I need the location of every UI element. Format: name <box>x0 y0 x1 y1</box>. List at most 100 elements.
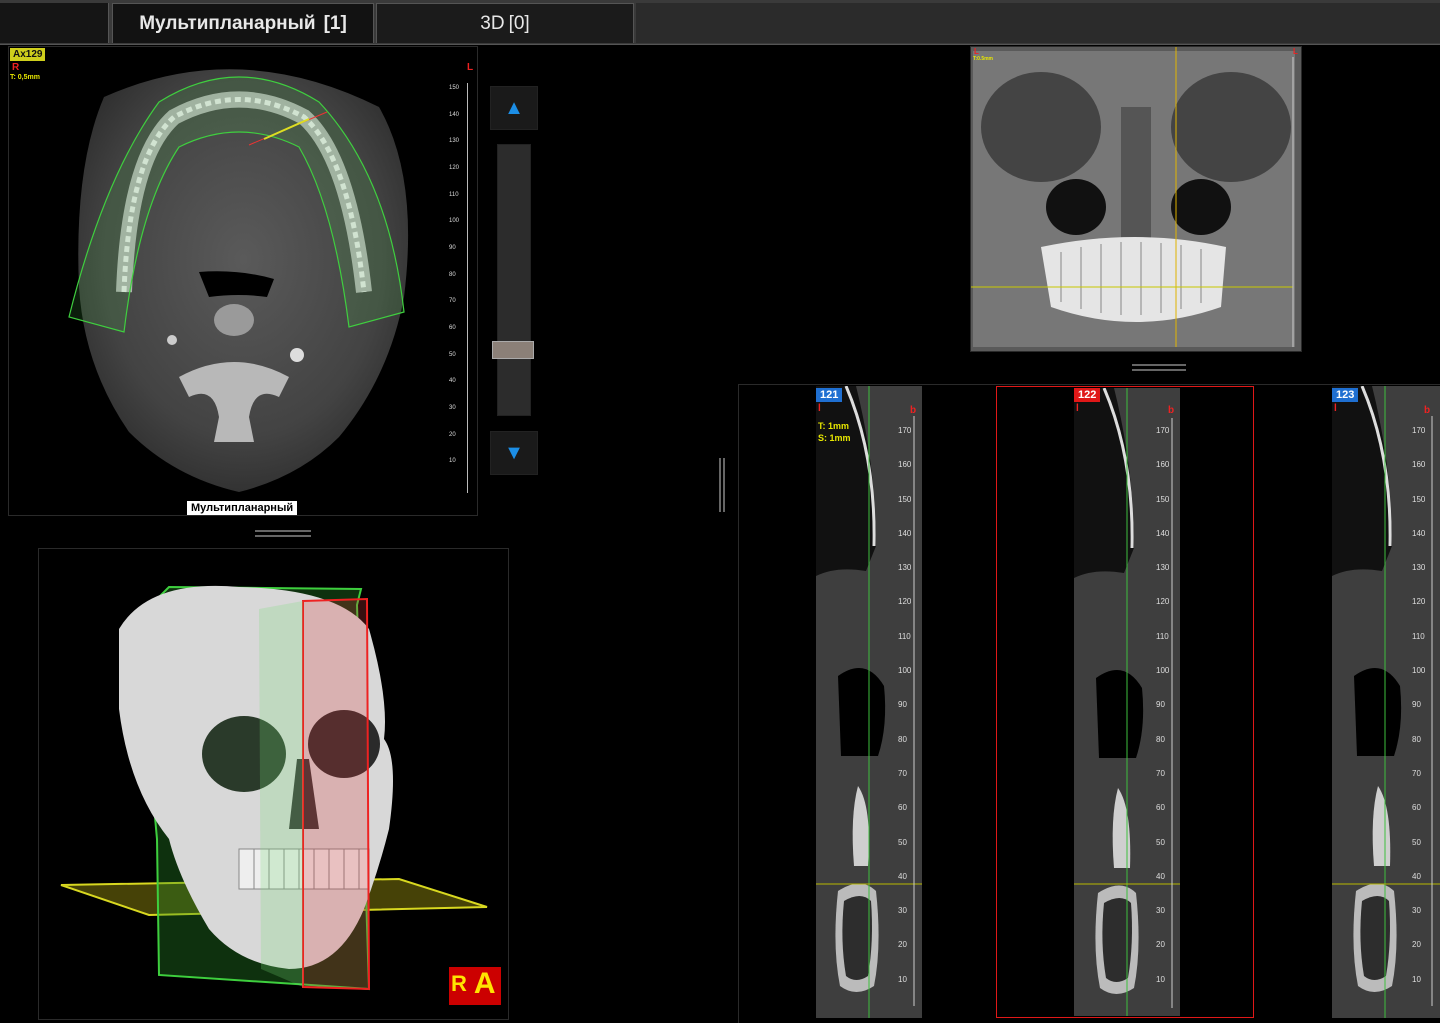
volume-3d-view[interactable]: R A <box>38 548 509 1020</box>
ruler-tick-label: 160 <box>1156 460 1170 470</box>
view-caption: Мультипланарный <box>187 501 298 515</box>
ruler-tick-label: 60 <box>1412 803 1421 813</box>
orientation-cube-face-a: A <box>468 967 501 1005</box>
slice-slider-thumb[interactable] <box>492 340 534 359</box>
ruler-tick-label: 110 <box>449 191 459 198</box>
ruler-tick-label: 70 <box>898 768 907 778</box>
ruler-tick-label: 60 <box>449 325 456 331</box>
section-ruler: 170 160 150 140 130 120 110 100 90 80 70 60 50 40 30 20… <box>898 418 922 1014</box>
tab-label: Мультипланарный <box>139 12 316 34</box>
section-number-badge: 122 <box>1074 388 1101 402</box>
ruler-tick-label: 80 <box>898 734 907 744</box>
ruler-line <box>467 83 468 493</box>
section-number-badge: 123 <box>1332 388 1359 402</box>
ruler-tick-label: 80 <box>1156 734 1165 744</box>
horizontal-splitter-grip[interactable] <box>255 535 311 537</box>
ruler-tick-label: 120 <box>449 165 460 171</box>
ruler-tick-label: 150 <box>1412 494 1426 504</box>
ruler-tick-label: 110 <box>1156 631 1169 641</box>
axial-ct-image <box>68 69 409 493</box>
ruler-tick-label: 130 <box>1412 563 1426 573</box>
horizontal-splitter-grip[interactable] <box>1132 369 1186 371</box>
corner-marker-right: L <box>1293 47 1298 56</box>
arrow-down-icon: ▼ <box>504 441 524 464</box>
ruler-tick-label: 70 <box>1412 768 1421 778</box>
ruler-tick-label: 150 <box>1156 494 1170 504</box>
ruler-tick-label: 80 <box>1412 734 1421 744</box>
ruler-tick-label: 20 <box>898 940 907 950</box>
horizontal-splitter-grip[interactable] <box>255 530 311 532</box>
section-left-marker: l <box>1076 403 1079 414</box>
ruler-tick-label: 170 <box>898 426 912 435</box>
slice-up-button[interactable]: ▲ <box>490 86 538 130</box>
tab-3d[interactable]: 3D [0] <box>376 3 634 43</box>
ruler-tick-label: 120 <box>1412 597 1426 607</box>
ruler-tick-label: 100 <box>1412 666 1426 676</box>
section-thickness: T: 1mm <box>818 421 850 431</box>
ruler-tick-label: 120 <box>898 597 912 607</box>
ruler-tick-label: 100 <box>449 218 460 225</box>
orientation-right-marker: L <box>467 62 474 73</box>
horizontal-splitter-grip[interactable] <box>1132 364 1186 366</box>
ruler-tick-label: 110 <box>1412 631 1425 641</box>
ruler-tick-label: 20 <box>1156 940 1165 950</box>
ruler-tick-label: 40 <box>449 378 456 385</box>
ruler-tick-label: 10 <box>449 458 456 465</box>
tab-count: [0] <box>508 12 530 34</box>
ruler-tick-label: 20 <box>1412 940 1421 950</box>
vertical-splitter-grip[interactable] <box>719 458 721 512</box>
ruler-tick-label: 120 <box>1156 597 1170 607</box>
ruler-tick-label: 70 <box>1156 768 1165 778</box>
ruler-tick-label: 140 <box>1156 528 1170 538</box>
ruler-tick-label: 50 <box>1412 837 1421 847</box>
section-ruler: 170 160 150 140 130 120 110 100 90 80 70 60 50 40 30 20… <box>1156 418 1180 1014</box>
ruler-tick-label: 50 <box>1156 837 1165 847</box>
section-right-marker: b <box>1168 405 1175 416</box>
ruler-tick-label: 30 <box>1412 906 1421 916</box>
ruler-tick-label: 70 <box>449 298 456 305</box>
ruler-tick-label: 140 <box>898 528 912 538</box>
ruler-tick-label: 150 <box>449 85 460 91</box>
tab-bar-fill <box>636 3 1440 43</box>
ruler-tick-label: 90 <box>898 700 907 710</box>
section-spacing: S: 1mm <box>818 433 851 443</box>
ruler-tick-label: 100 <box>1156 666 1170 676</box>
ruler-tick-label: 170 <box>1156 426 1170 435</box>
ruler-tick-label: 100 <box>898 666 912 676</box>
ruler-tick-label: 80 <box>449 271 456 278</box>
coronal-thickness: T:0.5mm <box>973 56 994 62</box>
axial-view[interactable]: Ax129 R T: 0,5mm L 150 140 130 120 110 100 90 8… <box>8 46 478 516</box>
ruler-tick-label: 60 <box>898 803 907 813</box>
ruler-tick-label: 170 <box>1412 426 1426 435</box>
coronal-view[interactable]: L T:0.5mm L <box>970 46 1302 352</box>
orientation-cube[interactable]: R A <box>449 967 501 1005</box>
ruler-tick-label: 150 <box>898 494 912 504</box>
ruler-tick-label: 140 <box>449 111 460 118</box>
ruler-tick-label: 40 <box>1412 871 1421 881</box>
slice-slider-track[interactable] <box>497 144 531 416</box>
vertical-splitter-grip[interactable] <box>723 458 725 512</box>
tab-label: 3D <box>480 12 505 34</box>
ruler-tick-label: 160 <box>1412 460 1426 470</box>
ruler-tick-label: 50 <box>449 351 456 358</box>
section-left-marker: l <box>1334 403 1337 414</box>
ruler-tick-label: 10 <box>898 974 907 984</box>
ruler-tick-label: 40 <box>1156 871 1165 881</box>
ruler-tick-label: 30 <box>1156 906 1165 916</box>
axial-ruler: 150 140 130 120 110 100 90 80 70 60 50 40 30 20 10 <box>449 83 475 493</box>
ruler-tick-label: 140 <box>1412 528 1426 538</box>
tab-count: [1] <box>323 12 347 34</box>
tab-bar-spacer <box>0 3 109 43</box>
section-number-badge: 121 <box>816 388 843 402</box>
skull-3d-render <box>60 585 488 991</box>
ruler-tick-label: 10 <box>1156 974 1165 984</box>
ruler-tick-label: 10 <box>1412 974 1421 984</box>
slice-down-button[interactable]: ▼ <box>490 431 538 475</box>
ruler-tick-label: 30 <box>449 405 456 411</box>
section-left-marker: l <box>818 403 821 414</box>
slice-label: Ax129 <box>10 48 46 61</box>
tab-multiplanar[interactable]: Мультипланарный [1] <box>112 3 374 43</box>
ruler-tick-label: 90 <box>1156 700 1165 710</box>
orientation-cube-face-r: R <box>449 967 469 1005</box>
section-ruler: 170 160 150 140 130 120 110 100 90 80 70 60 50 40 30 20… <box>1412 418 1436 1014</box>
